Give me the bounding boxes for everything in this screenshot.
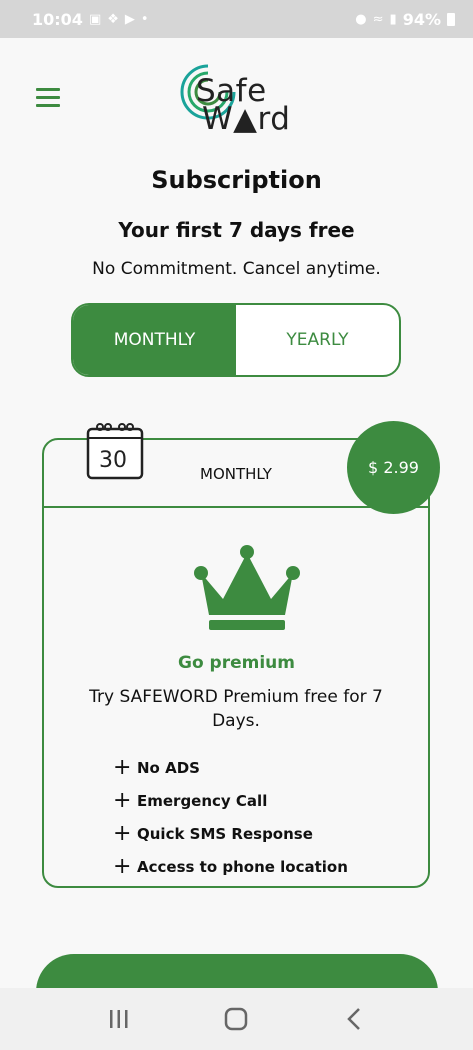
hamburger-menu-icon[interactable] bbox=[36, 88, 60, 108]
image-icon: ▣ bbox=[88, 11, 102, 27]
status-right: ● ≈ ▮ 94% bbox=[355, 10, 455, 29]
feature-item: + Quick SMS Response bbox=[113, 817, 373, 850]
premium-description: Try SAFEWORD Premium free for 7 Days. bbox=[89, 687, 383, 731]
page-tagline: No Commitment. Cancel anytime. bbox=[92, 259, 381, 279]
recent-apps-button[interactable] bbox=[99, 999, 139, 1039]
page-title: Subscription bbox=[151, 166, 322, 194]
back-button[interactable] bbox=[334, 999, 374, 1039]
app-logo: Safe W▲rd bbox=[178, 62, 296, 136]
dot-icon: • bbox=[140, 11, 149, 27]
calendar-day: 30 bbox=[99, 448, 127, 473]
status-left: 10:04 ▣ ❖ ▶ • bbox=[32, 10, 149, 29]
premium-title: Go premium bbox=[178, 653, 295, 673]
logo-text-bottom: W▲rd bbox=[202, 101, 291, 137]
plus-icon: + bbox=[113, 853, 132, 879]
toggle-yearly[interactable]: YEARLY bbox=[236, 305, 399, 375]
page-subtitle: Your first 7 days free bbox=[118, 218, 355, 242]
plus-icon: + bbox=[113, 787, 132, 813]
billing-period-toggle: MONTHLY YEARLY bbox=[71, 303, 401, 377]
feature-label: No ADS bbox=[137, 758, 200, 777]
plus-icon: + bbox=[113, 754, 132, 780]
feature-label: Quick SMS Response bbox=[137, 824, 313, 843]
video-icon: ▶ bbox=[124, 11, 135, 27]
toggle-monthly[interactable]: MONTHLY bbox=[73, 305, 236, 375]
feature-label: Emergency Call bbox=[137, 791, 268, 810]
system-nav-bar bbox=[0, 988, 473, 1050]
price-badge: $ 2.99 bbox=[347, 421, 440, 514]
status-time: 10:04 bbox=[32, 9, 83, 29]
feature-item: + No ADS bbox=[113, 751, 373, 784]
feature-list: + No ADS + Emergency Call + Quick SMS Re… bbox=[113, 751, 373, 883]
crown-icon bbox=[193, 543, 301, 631]
recent-apps-icon bbox=[109, 1010, 128, 1028]
signal-icon: ▮ bbox=[389, 11, 397, 27]
feature-item: + Access to phone location bbox=[113, 850, 373, 883]
home-button[interactable] bbox=[216, 999, 256, 1039]
feature-label: Access to phone location bbox=[137, 857, 348, 876]
calendar-icon: 30 bbox=[86, 422, 144, 480]
app-icon: ❖ bbox=[107, 11, 119, 27]
status-bar: 10:04 ▣ ❖ ▶ • ● ≈ ▮ 94% bbox=[0, 0, 473, 38]
battery-icon bbox=[447, 12, 455, 26]
wifi-icon: ≈ bbox=[372, 11, 384, 27]
feature-item: + Emergency Call bbox=[113, 784, 373, 817]
back-icon bbox=[347, 1008, 361, 1030]
plus-icon: + bbox=[113, 820, 132, 846]
location-icon: ● bbox=[355, 11, 367, 27]
battery-percent: 94% bbox=[402, 9, 441, 29]
home-icon bbox=[225, 1007, 248, 1031]
